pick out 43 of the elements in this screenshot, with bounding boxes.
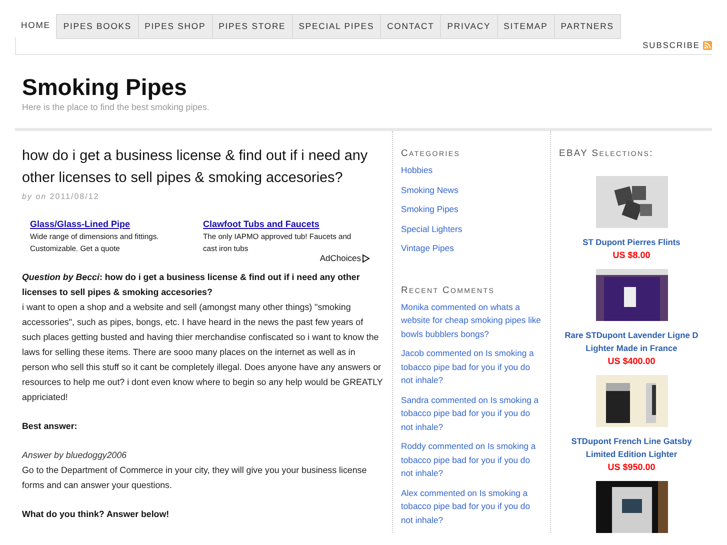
- question-text: Question by Becci: how do i get a business license & find out if i need any other licenses to sell pipes & smoking accesories?: [22, 271, 361, 299]
- category-link[interactable]: Smoking News: [401, 184, 542, 197]
- recent-comments-heading: Recent Comments: [401, 284, 496, 294]
- categories-heading: Categories: [401, 147, 462, 158]
- nav-tab[interactable]: PIPES SHOP: [138, 14, 213, 39]
- listing-title[interactable]: ST Dupont Pierres Flints: [582, 236, 680, 249]
- rss-icon: [703, 40, 712, 50]
- question-body: i want to open a shop and a website and sell (amongst many other things) "smoking accessories", such as pipes, bongs, etc. I have heard in the news the past few years of such places getting busted and having thier merchandise confiscated so i want to know the laws for selling these items. There are sooo many places on the internet as well as in person who sell this stuff so it cant be completely illegal. Does anyone have any answers or resources to help me out? i dont even know where to begin so any help would be GREATLY appriciated!: [22, 301, 384, 404]
- post-meta: by on 2011/08/12: [22, 191, 100, 203]
- ebay-heading: EBAY Selections:: [559, 147, 654, 158]
- category-link[interactable]: Hobbies: [401, 164, 542, 178]
- closing-text: What do you think? Answer below!: [22, 508, 170, 521]
- nav-tab[interactable]: CONTACT: [380, 14, 442, 39]
- nav-tab[interactable]: PIPES STORE: [212, 14, 293, 39]
- comment-link[interactable]: Roddy commented on Is smoking a tobacco pipe bad for you if you do not inhale?: [401, 440, 542, 480]
- comment-link[interactable]: Sandra commented on Is smoking a tobacco pipe bad for you if you do not inhale?: [401, 394, 542, 434]
- nav-tab[interactable]: SPECIAL PIPES: [292, 14, 382, 39]
- comment-link[interactable]: Alex commented on Is smoking a tobacco pipe bad for you if you do not inhale?: [401, 486, 542, 527]
- listing-price: US $400.00: [608, 355, 656, 367]
- ad-choices-link[interactable]: AdChoices: [320, 251, 370, 266]
- comment-link[interactable]: Jacob commented on Is smoking a tobacco pipe bad for you if you do not inhale?: [401, 347, 542, 388]
- site-tagline: Here is the place to find the best smoking pipes.: [22, 102, 210, 112]
- nav-tab[interactable]: SITEMAP: [496, 14, 555, 39]
- comment-link[interactable]: Monika commented on whats a website for cheap smoking pipes like bowls bubblers bongs?: [401, 300, 542, 341]
- best-answer-label: Best answer:: [22, 420, 78, 433]
- post-title[interactable]: how do i get a business license & find out if i need any other licenses to sell pipes & smoking accesories?: [22, 145, 384, 189]
- play-icon: [362, 254, 370, 263]
- nav-tab[interactable]: PRIVACY: [440, 14, 498, 39]
- ad-link[interactable]: Glass/Glass-Lined Pipe: [30, 218, 203, 231]
- subscribe-link[interactable]: SUBSCRIBE: [642, 40, 712, 50]
- answer-text: Go to the Department of Commerce in your city, they will give you your business license forms and can answer your questions.: [22, 464, 368, 492]
- listing-price: US $8.00: [612, 249, 650, 261]
- category-link[interactable]: Vintage Pipes: [401, 242, 542, 256]
- category-link[interactable]: Smoking Pipes: [401, 203, 542, 216]
- listing-title[interactable]: STDupont French Line Gatsby Limited Edition Lighter: [559, 435, 704, 461]
- nav-tab[interactable]: PARTNERS: [554, 14, 621, 39]
- listing-price: US $950.00: [608, 461, 656, 473]
- category-link[interactable]: Special Lighters: [401, 222, 542, 236]
- nav-tab[interactable]: PIPES BOOKS: [56, 14, 139, 39]
- site-title[interactable]: Smoking Pipes: [22, 72, 705, 102]
- listing-title[interactable]: Rare STDupont Lavender Ligne D Lighter Made in France: [559, 329, 704, 355]
- ad-link[interactable]: Clawfoot Tubs and Faucets: [203, 218, 363, 231]
- answer-author: Answer by bluedoggy2006: [22, 449, 128, 462]
